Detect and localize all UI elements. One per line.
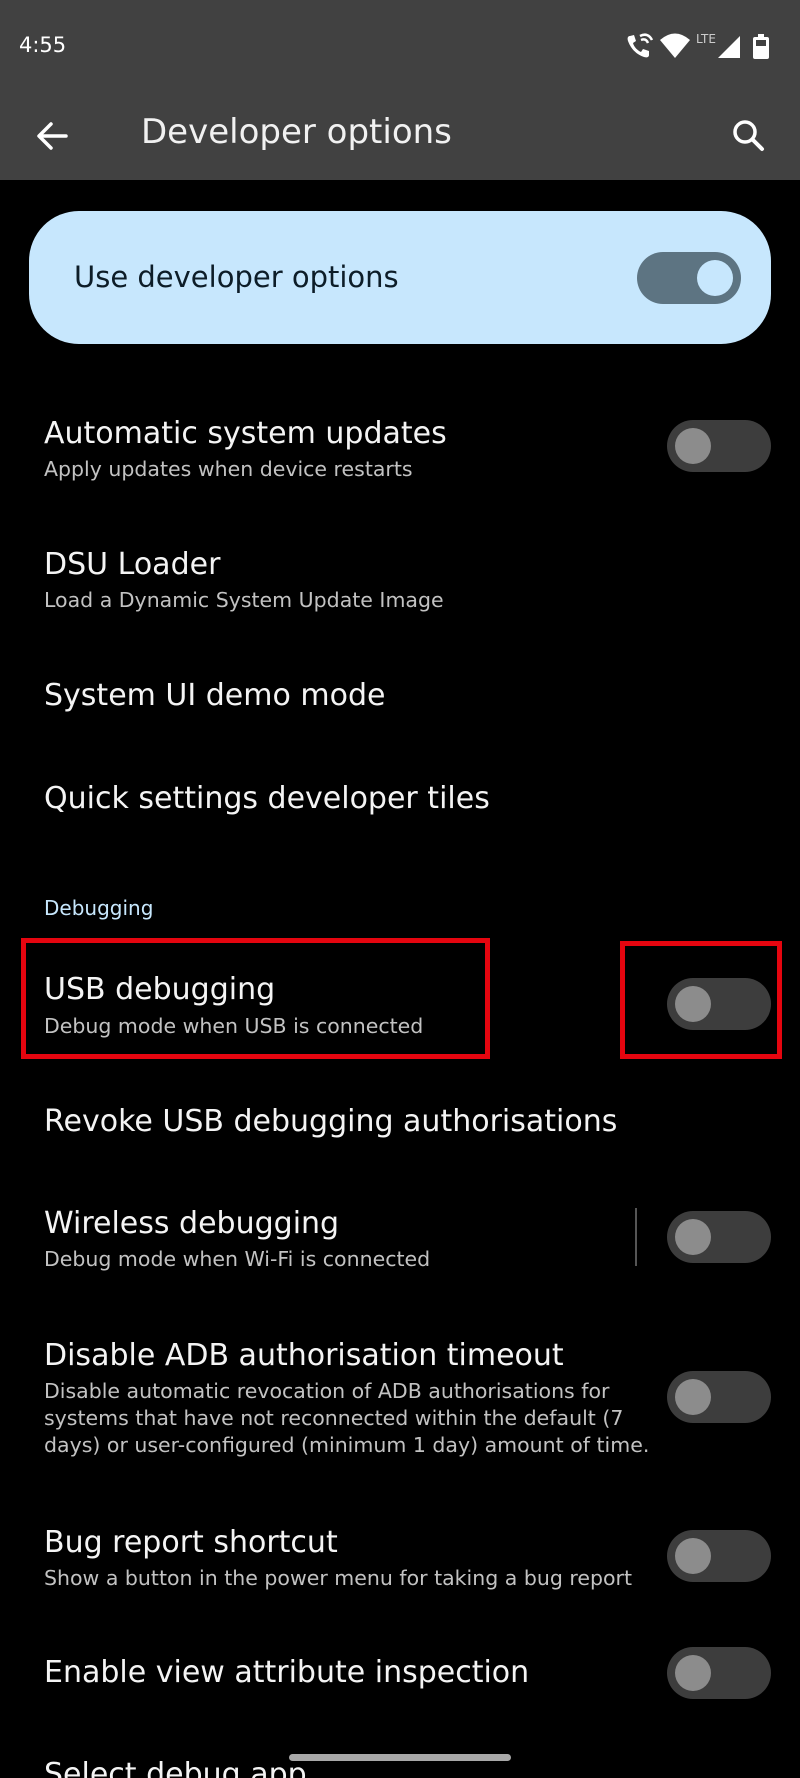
row-title: Quick settings developer tiles bbox=[44, 781, 490, 816]
battery-icon bbox=[753, 34, 769, 59]
row-summary: Apply updates when device restarts bbox=[44, 457, 413, 481]
status-time: 4:55 bbox=[19, 33, 67, 57]
highlight-box-label bbox=[21, 938, 490, 1059]
section-header-debugging: Debugging bbox=[44, 896, 154, 920]
view-attribute-inspection-switch[interactable] bbox=[667, 1647, 771, 1699]
wifi-icon bbox=[660, 33, 690, 58]
status-icons: LTE bbox=[627, 32, 769, 59]
back-button[interactable] bbox=[28, 111, 78, 161]
switch-knob bbox=[675, 428, 711, 464]
arrow-left-icon bbox=[37, 122, 68, 150]
status-bar: 4:55 LTE bbox=[0, 0, 800, 92]
row-summary: Disable automatic revocation of ADB auth… bbox=[44, 1379, 610, 1403]
row-title: System UI demo mode bbox=[44, 678, 386, 713]
highlight-box-switch bbox=[620, 941, 782, 1059]
row-summary: Show a button in the power menu for taki… bbox=[44, 1566, 632, 1590]
use-developer-options-card[interactable]: Use developer options bbox=[29, 211, 771, 344]
row-divider bbox=[635, 1208, 637, 1266]
disable-adb-timeout-switch[interactable] bbox=[667, 1371, 771, 1423]
bug-report-shortcut-switch[interactable] bbox=[667, 1530, 771, 1582]
switch-knob bbox=[675, 1379, 711, 1415]
search-button[interactable] bbox=[724, 111, 774, 161]
row-title: Automatic system updates bbox=[44, 416, 447, 451]
row-summary: Debug mode when Wi-Fi is connected bbox=[44, 1247, 431, 1271]
signal-icon bbox=[718, 36, 740, 58]
gesture-nav-handle[interactable] bbox=[289, 1754, 511, 1761]
row-summary: Load a Dynamic System Update Image bbox=[44, 588, 444, 612]
use-developer-options-switch[interactable] bbox=[637, 252, 741, 304]
wireless-debugging-switch[interactable] bbox=[667, 1211, 771, 1263]
switch-knob bbox=[697, 260, 733, 296]
row-title: Wireless debugging bbox=[44, 1206, 340, 1241]
switch-knob bbox=[675, 1538, 711, 1574]
row-summary: days) or user-configured (minimum 1 day)… bbox=[44, 1433, 650, 1457]
row-title: DSU Loader bbox=[44, 547, 221, 582]
row-title: Disable ADB authorisation timeout bbox=[44, 1338, 564, 1373]
row-title: Select debug app bbox=[44, 1757, 307, 1778]
app-bar: Developer options bbox=[0, 92, 800, 180]
row-title: Enable view attribute inspection bbox=[44, 1655, 530, 1690]
row-summary: systems that have not reconnected within… bbox=[44, 1406, 624, 1430]
search-icon bbox=[733, 120, 764, 151]
lte-icon: LTE bbox=[696, 32, 716, 46]
use-developer-options-label: Use developer options bbox=[74, 260, 399, 294]
wifi-calling-icon bbox=[627, 33, 654, 58]
switch-knob bbox=[675, 1219, 711, 1255]
automatic-system-updates-switch[interactable] bbox=[667, 420, 771, 472]
row-title: Revoke USB debugging authorisations bbox=[44, 1104, 618, 1139]
page-title: Developer options bbox=[141, 112, 452, 152]
switch-knob bbox=[675, 1655, 711, 1691]
row-title: Bug report shortcut bbox=[44, 1525, 338, 1560]
